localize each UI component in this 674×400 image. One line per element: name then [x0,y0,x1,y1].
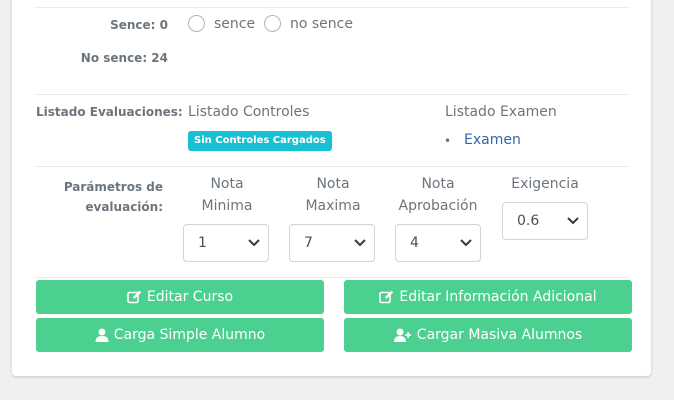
chevron-down-icon [460,239,472,247]
edit-icon [127,290,142,304]
carga-masiva-button[interactable]: Cargar Masiva Alumnos [344,318,632,352]
editar-curso-label: Editar Curso [146,289,234,305]
user-plus-icon [393,328,411,342]
nota-aprobacion-title: Nota Aprobación [390,173,486,217]
parametros-label-line2: evaluación: [85,200,163,214]
carga-masiva-label: Cargar Masiva Alumnos [416,327,583,343]
user-icon [95,328,109,342]
chevron-down-icon [354,239,366,247]
exigencia-title-line1: Exigencia [511,176,579,192]
nota-aprobacion-title-line1: Nota [421,176,455,192]
editar-info-label: Editar Información Adicional [399,289,597,305]
parametros-label-line1: Parámetros de [63,180,163,194]
editar-info-button[interactable]: Editar Información Adicional [344,280,632,314]
nota-minima-title-line2: Minima [201,198,253,214]
nota-minima-title-line1: Nota [210,176,244,192]
evaluaciones-label: Listado Evaluaciones: [36,105,183,119]
course-card: Sence: 0 sence no sence No sence: 24 Lis… [12,0,651,376]
nota-aprobacion-select[interactable]: 4 [395,224,481,262]
chevron-down-icon [567,217,579,225]
nota-maxima-title-line1: Nota [316,176,350,192]
nota-aprobacion-value: 4 [410,235,419,251]
no-controls-badge: Sin Controles Cargados [188,131,332,151]
no-sence-count: No sence: 24 [80,51,168,65]
nota-minima-title: Nota Minima [184,173,270,217]
examen-link[interactable]: Examen [464,132,521,148]
no-sence-radio[interactable] [264,15,281,32]
no-sence-radio-label: no sence [290,15,353,32]
nota-minima-value: 1 [198,235,207,251]
parametros-label: Parámetros de evaluación: [32,177,163,217]
exigencia-value: 0.6 [517,213,540,229]
nota-maxima-title: Nota Maxima [290,173,376,217]
editar-curso-button[interactable]: Editar Curso [36,280,324,314]
nota-maxima-title-line2: Maxima [305,198,361,214]
divider [34,166,630,167]
nota-maxima-value: 7 [304,235,313,251]
nota-minima-select[interactable]: 1 [183,224,269,262]
carga-simple-label: Carga Simple Alumno [113,327,266,343]
carga-simple-button[interactable]: Carga Simple Alumno [36,318,324,352]
nota-aprobacion-title-line2: Aprobación [398,198,478,214]
exigencia-select[interactable]: 0.6 [502,202,588,240]
sence-count: Sence: 0 [110,18,168,32]
exigencia-title: Exigencia [502,173,588,195]
chevron-down-icon [248,239,260,247]
nota-maxima-select[interactable]: 7 [289,224,375,262]
divider [34,94,630,95]
list-bullet: • [444,134,452,148]
divider [34,7,630,8]
sence-radio-label: sence [214,15,256,32]
radio-no-sence-option[interactable]: no sence [264,15,353,32]
edit-icon [379,290,394,304]
sence-radio[interactable] [188,15,205,32]
divider [34,277,630,278]
controles-title: Listado Controles [188,104,310,120]
radio-sence-option[interactable]: sence [188,15,255,32]
examen-title: Listado Examen [445,104,557,120]
